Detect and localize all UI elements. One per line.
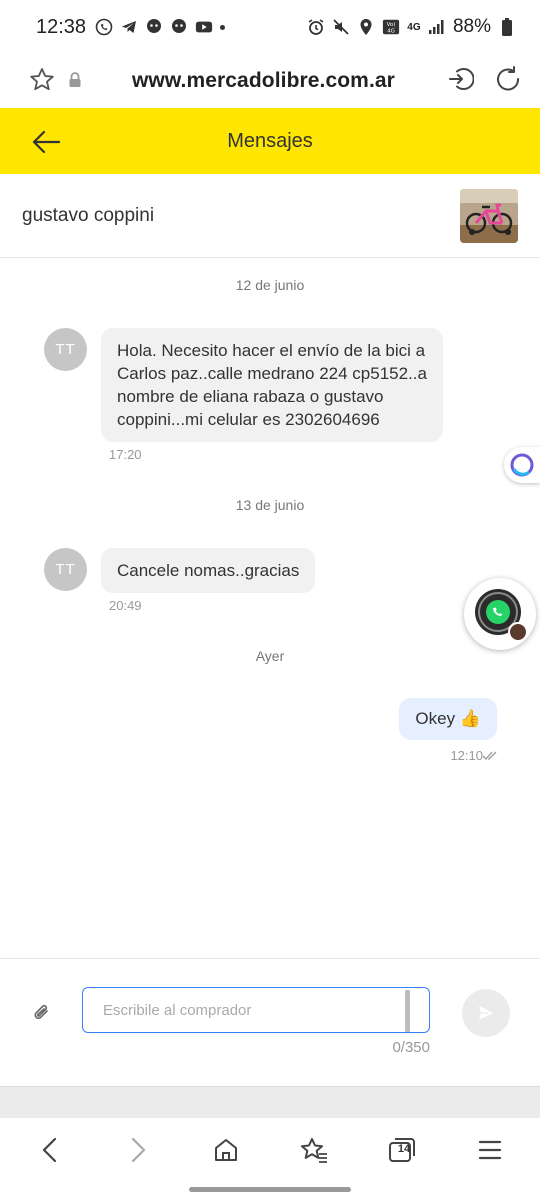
nav-forward-button[interactable] bbox=[114, 1126, 162, 1174]
page-bottom-gap bbox=[0, 1086, 540, 1118]
more-notifications-icon bbox=[220, 24, 226, 30]
message-time: 20:49 bbox=[109, 598, 142, 613]
status-bar: 12:38 Vo) 4G 4G 88% bbox=[0, 0, 540, 54]
nav-bookmarks-button[interactable] bbox=[290, 1126, 338, 1174]
reload-icon[interactable] bbox=[494, 65, 522, 98]
network-type-icon: 4G bbox=[407, 18, 421, 36]
send-icon bbox=[479, 1006, 493, 1020]
volte-icon: Vo) 4G bbox=[382, 18, 400, 36]
gesture-navigation-bar[interactable] bbox=[189, 1187, 351, 1192]
browser-url-bar: www.mercadolibre.com.ar bbox=[0, 54, 540, 108]
login-icon[interactable] bbox=[446, 65, 475, 98]
svg-text:4G: 4G bbox=[387, 28, 395, 34]
mute-icon bbox=[332, 18, 350, 36]
message-line: coppini...mi celular es 2302604696 bbox=[117, 410, 380, 429]
location-icon bbox=[357, 18, 375, 36]
message-input[interactable] bbox=[82, 987, 430, 1033]
svg-text:Vo): Vo) bbox=[387, 22, 396, 28]
status-time: 12:38 bbox=[36, 15, 87, 38]
whatsapp-icon bbox=[95, 18, 113, 36]
message-bubble-incoming[interactable]: Hola. Necesito hacer el envío de la bici… bbox=[101, 328, 443, 442]
network-type-label: 4G bbox=[407, 21, 421, 33]
product-thumbnail[interactable] bbox=[460, 188, 518, 243]
send-button[interactable] bbox=[462, 989, 510, 1037]
hamburger-menu-icon bbox=[478, 1140, 502, 1160]
arrow-left-icon bbox=[32, 130, 61, 154]
contact-name: gustavo coppini bbox=[22, 204, 155, 226]
alarm-icon bbox=[307, 18, 325, 36]
paperclip-icon[interactable] bbox=[30, 1001, 54, 1025]
message-line: Cancele nomas..gracias bbox=[117, 561, 300, 580]
nav-menu-button[interactable] bbox=[466, 1126, 514, 1174]
chevron-left-icon bbox=[42, 1137, 57, 1163]
page-title: Mensajes bbox=[227, 129, 313, 152]
battery-percent: 88% bbox=[452, 16, 491, 37]
read-receipt-icon bbox=[482, 751, 497, 760]
message-thread[interactable]: 12 de junio TT Hola. Necesito hacer el e… bbox=[0, 258, 540, 958]
bookmark-star-icon[interactable] bbox=[28, 66, 56, 99]
back-button[interactable] bbox=[28, 124, 64, 160]
app-notification-icon bbox=[170, 18, 188, 36]
telegram-icon bbox=[120, 18, 138, 36]
message-bubble-incoming[interactable]: Cancele nomas..gracias bbox=[101, 548, 316, 593]
avatar: TT bbox=[44, 548, 87, 591]
nav-home-button[interactable] bbox=[202, 1126, 250, 1174]
date-separator: 13 de junio bbox=[235, 497, 305, 513]
avatar: TT bbox=[44, 328, 87, 371]
input-scrollbar bbox=[405, 990, 410, 1032]
date-separator: Ayer bbox=[255, 648, 285, 664]
signal-icon bbox=[428, 18, 446, 36]
conversation-contact: gustavo coppini bbox=[0, 174, 540, 258]
bookmarks-star-icon bbox=[301, 1138, 327, 1163]
battery-icon bbox=[498, 18, 516, 36]
page-header: Mensajes bbox=[0, 108, 540, 174]
browser-bottom-nav: 14 bbox=[0, 1118, 540, 1182]
message-line: Hola. Necesito hacer el envío de la bici… bbox=[117, 341, 426, 360]
app-notification-icon bbox=[145, 18, 163, 36]
home-icon bbox=[215, 1139, 237, 1161]
compose-area: 0/350 bbox=[0, 958, 540, 1086]
message-bubble-outgoing[interactable]: Okey 👍 bbox=[399, 698, 497, 740]
date-separator: 12 de junio bbox=[235, 277, 305, 293]
url-text[interactable]: www.mercadolibre.com.ar bbox=[132, 69, 395, 93]
character-counter: 0/350 bbox=[392, 1039, 430, 1056]
message-time: 12:10 bbox=[450, 748, 483, 763]
bicycle-image bbox=[460, 188, 518, 243]
message-line: nombre de eliana rabaza o gustavo bbox=[117, 387, 384, 406]
nav-back-button[interactable] bbox=[26, 1126, 74, 1174]
lock-icon bbox=[68, 72, 82, 93]
tabs-count: 14 bbox=[397, 1143, 411, 1155]
chevron-right-icon bbox=[131, 1137, 146, 1163]
message-time: 17:20 bbox=[109, 447, 142, 462]
nav-tabs-button[interactable]: 14 bbox=[378, 1126, 426, 1174]
message-line: Carlos paz..calle medrano 224 cp5152..a bbox=[117, 364, 427, 383]
assistant-bubble-icon[interactable] bbox=[504, 447, 540, 483]
youtube-icon bbox=[195, 18, 213, 36]
floating-whatsapp-widget[interactable] bbox=[464, 578, 536, 650]
